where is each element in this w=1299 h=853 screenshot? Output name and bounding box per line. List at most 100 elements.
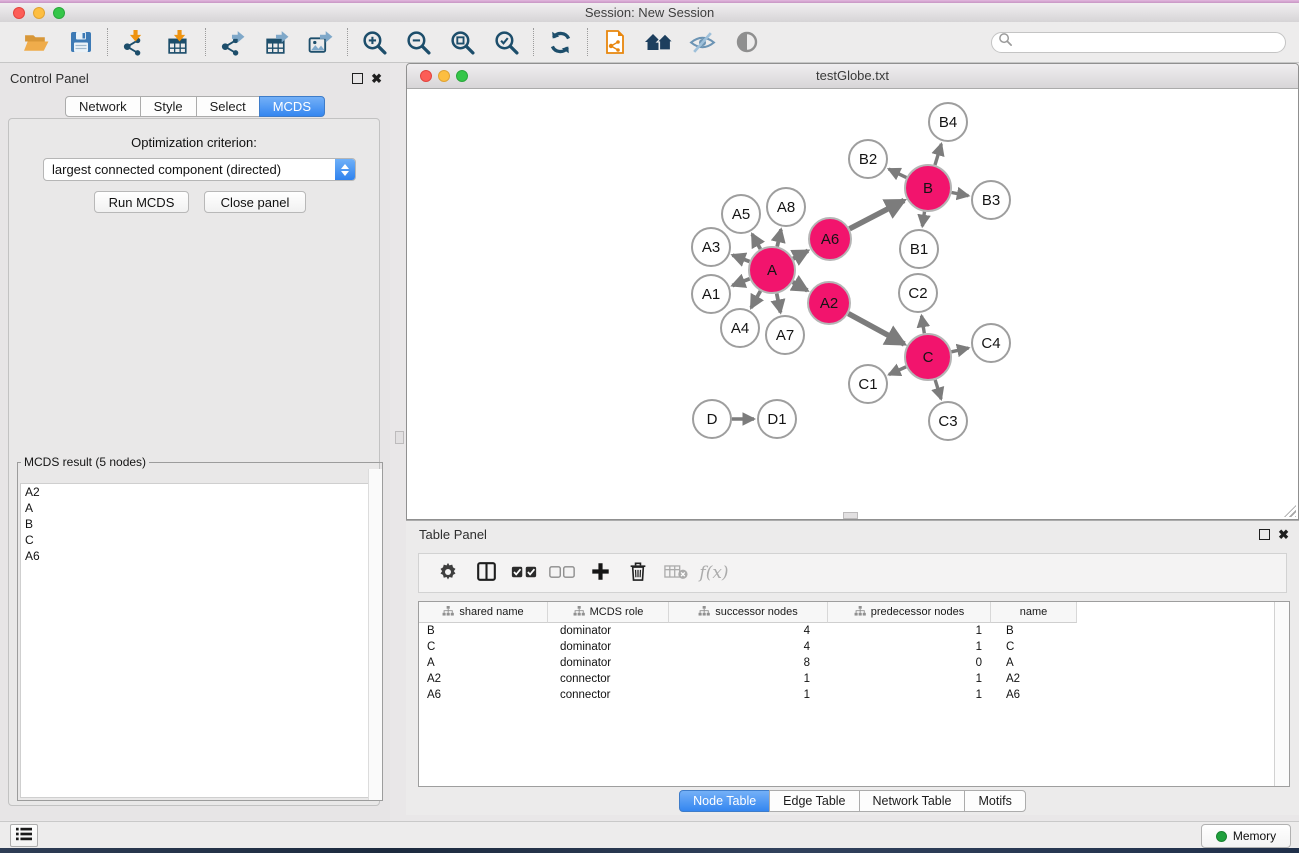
table-cell: 1	[669, 673, 828, 685]
search-field[interactable]	[991, 32, 1286, 53]
node-label: D	[707, 411, 718, 428]
edge-B-B1	[922, 212, 924, 227]
export-image-button[interactable]	[305, 27, 336, 58]
task-history-button[interactable]	[10, 824, 38, 847]
network-canvas[interactable]: AA6A2BCA1A3A4A5A7A8B1B2B3B4C1C2C3C4DD1	[407, 89, 1298, 519]
tab-edge-table[interactable]: Edge Table	[769, 790, 859, 812]
vertical-splitter-grip[interactable]	[395, 431, 404, 444]
table-cell: C	[419, 641, 548, 653]
mcds-result-list[interactable]: A2ABCA6	[20, 483, 380, 798]
export-network-button[interactable]	[217, 27, 248, 58]
table-row[interactable]: Cdominator41C	[419, 639, 1289, 655]
hide-graphics-details-button[interactable]	[687, 27, 718, 58]
edge-A-A8	[777, 229, 781, 246]
table-row[interactable]: A2connector11A2	[419, 671, 1289, 687]
copy-network-button[interactable]	[599, 27, 630, 58]
tab-select[interactable]: Select	[196, 96, 260, 117]
table-cell: 1	[828, 689, 991, 701]
mcds-result-item[interactable]: C	[21, 532, 379, 548]
window-title: Session: New Session	[0, 5, 1299, 20]
memory-label: Memory	[1233, 829, 1276, 843]
table-scrollbar[interactable]	[1274, 602, 1289, 786]
network-window-titlebar[interactable]: testGlobe.txt	[407, 64, 1298, 89]
mcds-result-item[interactable]: A6	[21, 548, 379, 564]
table-cell: dominator	[548, 625, 669, 637]
zoom-in-button[interactable]	[359, 27, 390, 58]
tab-style[interactable]: Style	[140, 96, 197, 117]
delete-column-button[interactable]	[619, 554, 657, 592]
table-row[interactable]: A6connector11A6	[419, 687, 1289, 703]
node-label: B4	[939, 114, 957, 131]
save-session-button[interactable]	[65, 27, 96, 58]
column-header-successor-nodes[interactable]: successor nodes	[669, 602, 828, 623]
close-table-panel-icon[interactable]: ✖	[1278, 528, 1289, 541]
close-panel-button[interactable]: Close panel	[204, 191, 306, 213]
search-input[interactable]	[1013, 33, 1285, 51]
refresh-icon	[547, 29, 574, 56]
zoom-fit-icon	[449, 29, 476, 56]
horizontal-splitter-grip[interactable]	[843, 512, 858, 519]
column-header-MCDS-role[interactable]: MCDS role	[548, 602, 669, 623]
show-graphics-details-button[interactable]	[731, 27, 762, 58]
column-header-shared-name[interactable]: shared name	[419, 602, 548, 623]
zoom-selected-button[interactable]	[491, 27, 522, 58]
column-label: MCDS role	[590, 606, 644, 618]
float-table-panel-icon[interactable]	[1259, 529, 1270, 540]
node-label: C3	[938, 413, 957, 430]
tab-mcds[interactable]: MCDS	[259, 96, 325, 117]
tab-network[interactable]: Network	[65, 96, 141, 117]
select-all-button[interactable]	[505, 554, 543, 592]
criterion-dropdown[interactable]: largest connected component (directed)	[43, 158, 356, 181]
refresh-button[interactable]	[545, 27, 576, 58]
plus-icon	[591, 562, 610, 584]
close-panel-icon[interactable]: ✖	[371, 72, 382, 85]
memory-status-dot	[1216, 831, 1227, 842]
node-label: A2	[820, 295, 838, 312]
function-builder-button: f(x)	[695, 554, 733, 592]
tab-network-table[interactable]: Network Table	[859, 790, 966, 812]
float-panel-icon[interactable]	[352, 73, 363, 84]
search-icon	[998, 32, 1013, 52]
desktop-background-strip	[0, 848, 1299, 853]
home-button[interactable]	[643, 27, 674, 58]
import-network-button[interactable]	[119, 27, 150, 58]
node-label: C	[923, 349, 934, 366]
table-panel: Table Panel ✖ f(x) shared nameMCDS roles…	[406, 520, 1299, 815]
table-cell: A6	[419, 689, 548, 701]
mcds-result-item[interactable]: A	[21, 500, 379, 516]
column-header-predecessor-nodes[interactable]: predecessor nodes	[828, 602, 991, 623]
result-scrollbar[interactable]	[368, 469, 382, 800]
import-table-button[interactable]	[163, 27, 194, 58]
delete-table-icon	[664, 563, 688, 583]
dropdown-stepper-icon[interactable]	[335, 159, 355, 180]
zoom-fit-button[interactable]	[447, 27, 478, 58]
open-session-button[interactable]	[21, 27, 52, 58]
table-cell: 4	[669, 641, 828, 653]
edge-A-A7	[777, 294, 781, 313]
table-cell: 1	[828, 673, 991, 685]
mcds-result-box: MCDS result (5 nodes) A2ABCA6	[17, 455, 383, 801]
export-network-icon	[219, 29, 246, 56]
settings-button[interactable]	[429, 554, 467, 592]
mcds-pane: Optimization criterion: largest connecte…	[8, 118, 380, 806]
tab-motifs[interactable]: Motifs	[964, 790, 1025, 812]
network-window-title: testGlobe.txt	[407, 68, 1298, 83]
export-table-button[interactable]	[261, 27, 292, 58]
add-column-button[interactable]	[581, 554, 619, 592]
memory-button[interactable]: Memory	[1201, 824, 1291, 848]
zoom-out-button[interactable]	[403, 27, 434, 58]
mcds-result-item[interactable]: A2	[21, 484, 379, 500]
table-row[interactable]: Adominator80A	[419, 655, 1289, 671]
attribute-type-icon	[442, 606, 454, 619]
edge-C-C2	[922, 316, 925, 334]
network-graph[interactable]: AA6A2BCA1A3A4A5A7A8B1B2B3B4C1C2C3C4DD1	[407, 89, 1298, 519]
mcds-result-item[interactable]: B	[21, 516, 379, 532]
split-panel-button[interactable]	[467, 554, 505, 592]
node-label: A5	[732, 206, 750, 223]
node-label: A7	[776, 327, 794, 344]
unselect-all-button[interactable]	[543, 554, 581, 592]
column-header-name[interactable]: name	[991, 602, 1077, 623]
run-mcds-button[interactable]: Run MCDS	[94, 191, 189, 213]
tab-node-table[interactable]: Node Table	[679, 790, 770, 812]
table-row[interactable]: Bdominator41B	[419, 623, 1289, 639]
